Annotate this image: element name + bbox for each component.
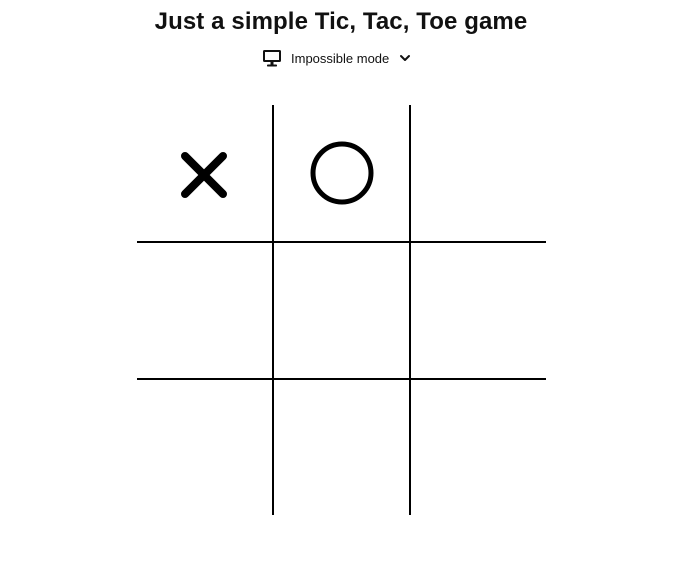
board-cell-4[interactable] [137, 243, 273, 379]
chevron-down-icon [400, 55, 411, 61]
board-cell-9[interactable] [411, 380, 547, 516]
board-cell-3[interactable] [411, 105, 547, 241]
page-title: Just a simple Tic, Tac, Toe game [154, 8, 528, 35]
x-mark-icon [181, 152, 227, 198]
game-board [137, 105, 546, 515]
mode-selected-label: Impossible mode [291, 50, 390, 66]
board-cell-1[interactable] [137, 105, 273, 241]
board-cell-7[interactable] [137, 380, 273, 516]
board-cell-6[interactable] [411, 243, 547, 379]
monitor-icon [263, 50, 281, 67]
board-cell-8[interactable] [274, 380, 410, 516]
board-cell-5[interactable] [274, 243, 410, 379]
mode-dropdown[interactable]: Impossible mode [262, 48, 411, 68]
board-cell-2[interactable] [274, 105, 410, 241]
o-mark-icon [310, 141, 374, 205]
